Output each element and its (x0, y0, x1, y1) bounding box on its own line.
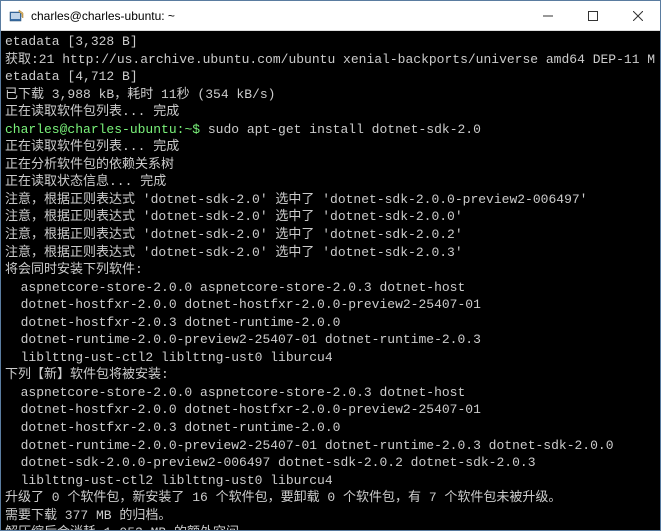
out-line: liblttng-ust-ctl2 liblttng-ust0 liburcu4 (5, 350, 333, 365)
out-line: aspnetcore-store-2.0.0 aspnetcore-store-… (5, 385, 465, 400)
out-line: 注意，根据正则表达式 'dotnet-sdk-2.0' 选中了 'dotnet-… (5, 192, 587, 207)
out-line: 注意，根据正则表达式 'dotnet-sdk-2.0' 选中了 'dotnet-… (5, 209, 463, 224)
out-line: 注意，根据正则表达式 'dotnet-sdk-2.0' 选中了 'dotnet-… (5, 227, 463, 242)
command-text: sudo apt-get install dotnet-sdk-2.0 (200, 122, 481, 137)
prompt-user-host: charles@charles-ubuntu: (5, 122, 184, 137)
out-line: 升级了 0 个软件包，新安装了 16 个软件包，要卸载 0 个软件包，有 7 个… (5, 490, 561, 505)
out-line: 将会同时安装下列软件: (5, 262, 143, 277)
window-controls (525, 1, 660, 30)
out-line: 需要下载 377 MB 的归档。 (5, 508, 171, 523)
terminal-output[interactable]: etadata [3,328 B] 获取:21 http://us.archiv… (1, 31, 660, 530)
out-line: 注意，根据正则表达式 'dotnet-sdk-2.0' 选中了 'dotnet-… (5, 245, 463, 260)
putty-icon (9, 8, 25, 24)
out-line: 获取:21 http://us.archive.ubuntu.com/ubunt… (5, 52, 655, 85)
out-line: dotnet-hostfxr-2.0.3 dotnet-runtime-2.0.… (5, 315, 340, 330)
out-line: dotnet-runtime-2.0.0-preview2-25407-01 d… (5, 332, 481, 347)
window-title: charles@charles-ubuntu: ~ (31, 9, 525, 23)
titlebar[interactable]: charles@charles-ubuntu: ~ (1, 1, 660, 31)
out-line: 正在分析软件包的依赖关系树 (5, 157, 174, 172)
out-line: dotnet-hostfxr-2.0.3 dotnet-runtime-2.0.… (5, 420, 340, 435)
out-line: aspnetcore-store-2.0.0 aspnetcore-store-… (5, 280, 465, 295)
close-button[interactable] (615, 1, 660, 30)
out-line: 正在读取状态信息... 完成 (5, 174, 166, 189)
out-line: etadata [3,328 B] (5, 34, 138, 49)
out-line: 已下载 3,988 kB，耗时 11秒 (354 kB/s) (5, 87, 275, 102)
out-line: liblttng-ust-ctl2 liblttng-ust0 liburcu4 (5, 473, 333, 488)
out-line: dotnet-runtime-2.0.0-preview2-25407-01 d… (5, 438, 614, 453)
terminal-window: charles@charles-ubuntu: ~ etadata [3,328… (0, 0, 661, 531)
out-line: dotnet-hostfxr-2.0.0 dotnet-hostfxr-2.0.… (5, 402, 481, 417)
out-line: 下列【新】软件包将被安装: (5, 367, 169, 382)
out-line: dotnet-sdk-2.0.0-preview2-006497 dotnet-… (5, 455, 536, 470)
out-line: 解压缩后会消耗 1,053 MB 的额外空间。 (5, 525, 252, 530)
maximize-button[interactable] (570, 1, 615, 30)
out-line: 正在读取软件包列表... 完成 (5, 139, 179, 154)
out-line: dotnet-hostfxr-2.0.0 dotnet-hostfxr-2.0.… (5, 297, 481, 312)
out-line: 正在读取软件包列表... 完成 (5, 104, 179, 119)
prompt-path: ~$ (184, 122, 200, 137)
minimize-button[interactable] (525, 1, 570, 30)
